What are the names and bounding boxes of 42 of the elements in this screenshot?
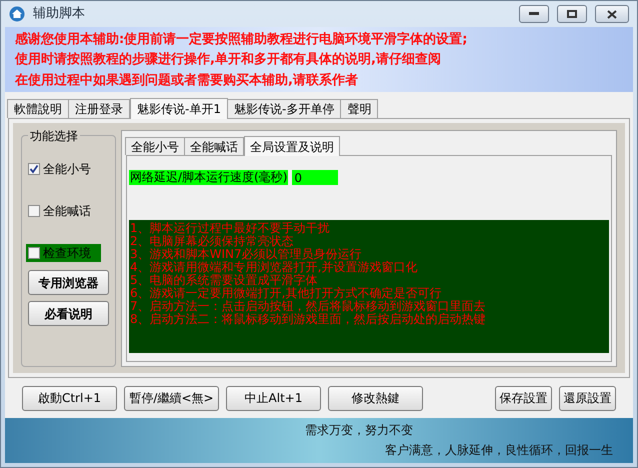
tab[interactable]: 軟體說明	[7, 99, 69, 118]
note-text: 3、游戏和脚本WIN7必须以管理员身份运行	[130, 248, 363, 262]
slogan-text: 需求万变，努力不变	[305, 422, 413, 440]
note-text: 5、电脑的系统需要设置成平滑字体	[130, 274, 318, 288]
note-text: 1、脚本运行过程中最好不要手动干扰	[130, 222, 331, 236]
toolbar-button[interactable]: 啟動Ctrl+1	[22, 386, 117, 411]
inner-tab[interactable]: 全能小号	[125, 137, 185, 156]
tab[interactable]: 聲明	[340, 99, 378, 118]
toolbar-button[interactable]: 中止Alt+1	[226, 386, 321, 411]
tab[interactable]: 魅影传说-多开单停	[226, 99, 342, 118]
inner-tab[interactable]: 全局设置及说明	[244, 136, 340, 156]
tab[interactable]: 注册登录	[68, 99, 130, 118]
minimize-button[interactable]	[519, 5, 549, 24]
maximize-icon	[567, 10, 577, 18]
banner-text: 使用时请按照教程的步骤进行操作,单开和多开都有具体的说明,请仔细查阅	[15, 51, 442, 68]
toolbar-button[interactable]: 修改熱鍵	[328, 386, 423, 411]
close-icon	[607, 10, 617, 19]
note-text: 6、游戏请一定要用微端打开,其他打开方式不确定是否可行	[130, 287, 442, 300]
note-text: 7、启动方法一：点击启动按钮，然后将鼠标移动到游戏窗口里面去	[130, 300, 487, 314]
side-button[interactable]: 必看说明	[28, 301, 109, 326]
slogan-text: 客户满意，人脉延伸，良性循环，回报一生	[385, 442, 613, 460]
speed-input[interactable]: 0	[292, 170, 338, 186]
toolbar-button[interactable]: 暫停/繼續<無>	[124, 386, 219, 411]
inner-tab[interactable]: 全能喊话	[184, 137, 244, 156]
speed-label: 网络延迟/脚本运行速度(毫秒)	[129, 170, 288, 186]
checkbox[interactable]: 检查环境	[26, 244, 101, 262]
banner-text: 感谢您使用本辅助:使用前请一定要按照辅助教程进行电脑环境平滑字体的设置;	[15, 30, 468, 48]
maximize-button[interactable]	[557, 5, 587, 24]
side-button[interactable]: 专用浏览器	[28, 270, 109, 296]
note-text: 2、电脑屏幕必须保持常亮状态	[130, 235, 295, 248]
banner-text: 在使用过程中如果遇到问题或者需要购买本辅助,请联系作者	[15, 72, 359, 89]
toolbar-button[interactable]: 保存設置	[495, 386, 552, 411]
window-title: 辅助脚本	[33, 5, 86, 24]
note-text: 4、游戏请用微端和专用浏览器打开,并设置游戏窗口化	[130, 261, 418, 274]
note-text: 8、启动方法二：将鼠标移动到游戏里面，然后按启动处的启动热键	[130, 313, 487, 326]
tab[interactable]: 魅影传说-单开1	[130, 98, 228, 120]
checkbox[interactable]: 全能小号	[28, 160, 109, 178]
house-icon	[9, 6, 25, 22]
minimize-icon	[529, 12, 539, 16]
toolbar-button[interactable]: 還原設置	[559, 386, 616, 411]
checkbox[interactable]: 全能喊话	[28, 202, 109, 220]
close-button[interactable]	[595, 5, 629, 24]
